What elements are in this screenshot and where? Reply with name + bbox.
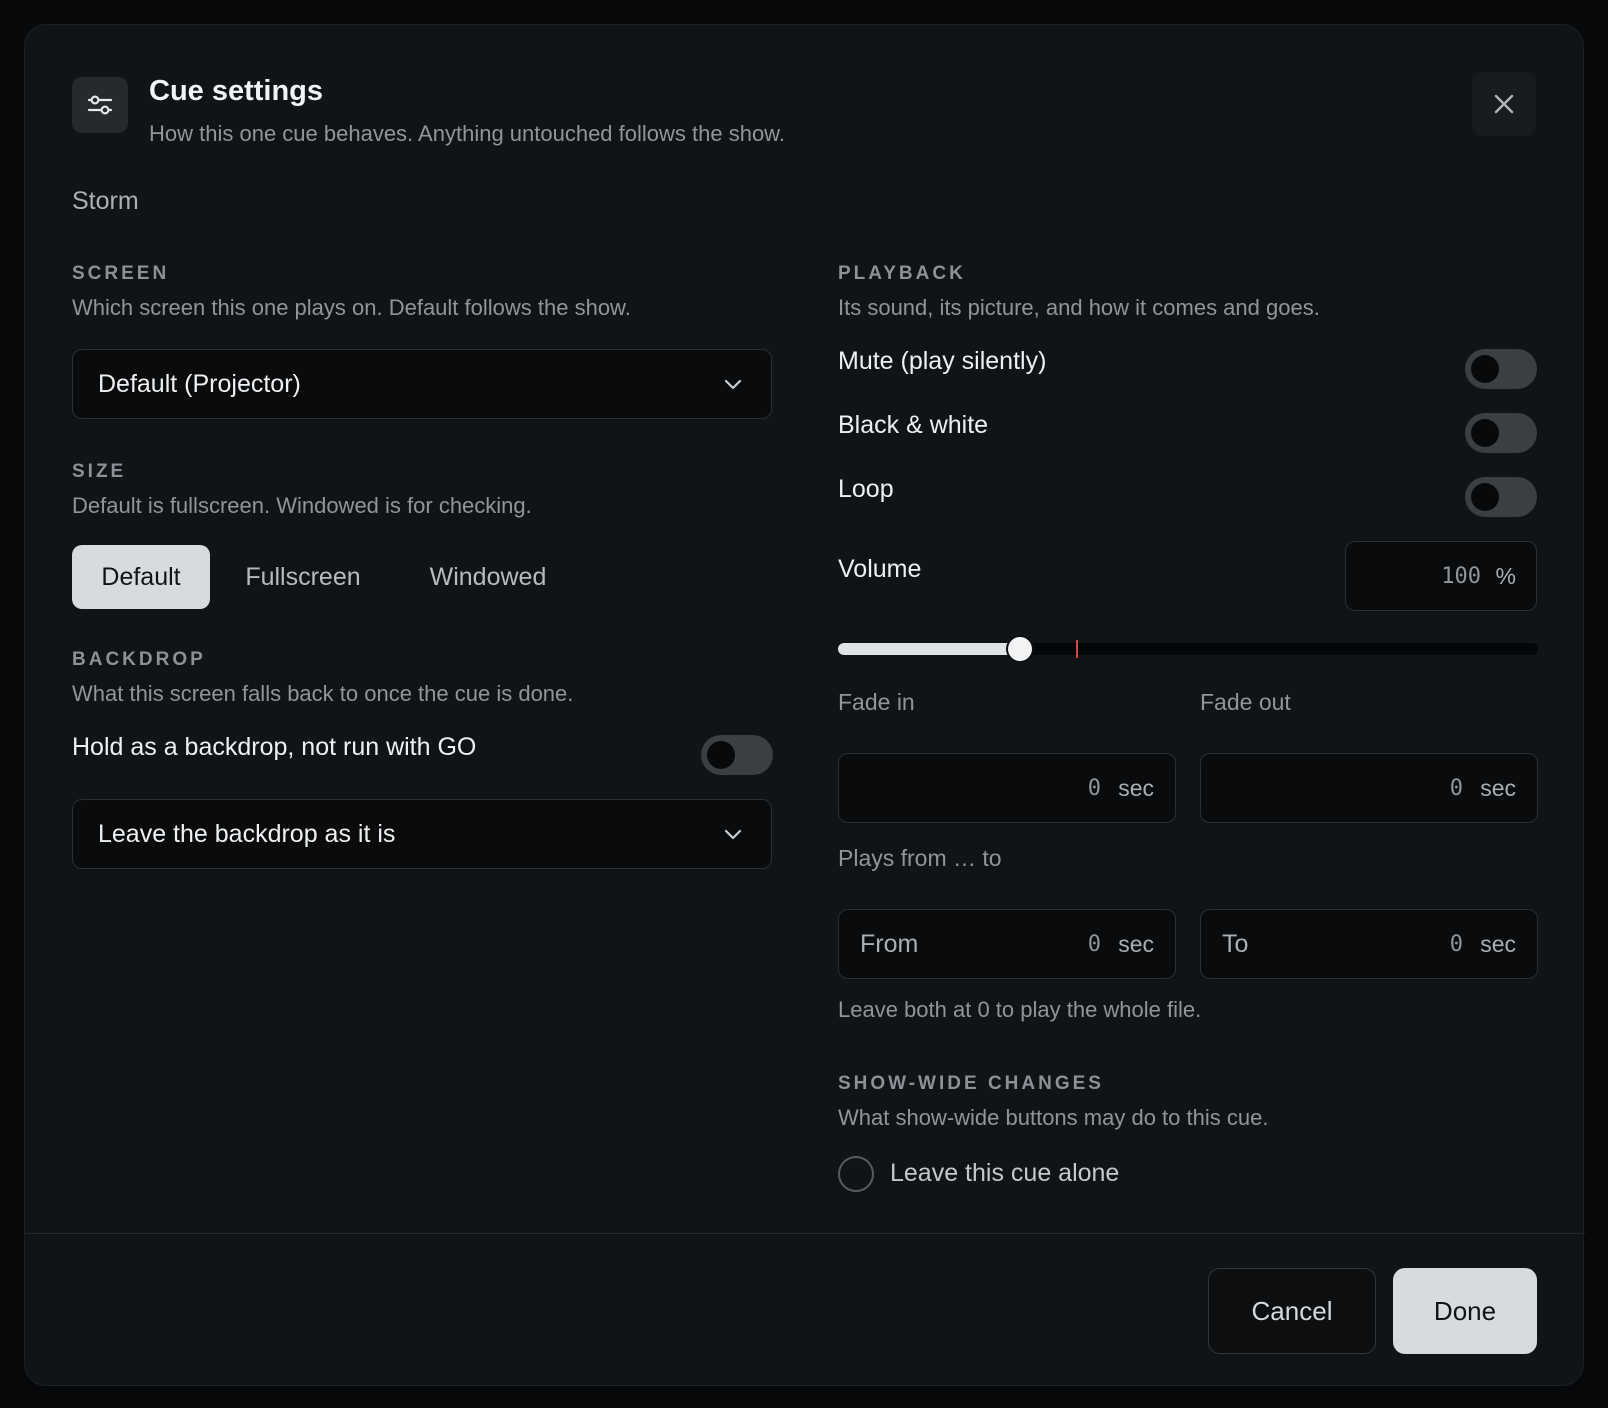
backdrop-select[interactable]: Leave the backdrop as it is bbox=[72, 799, 772, 869]
volume-slider[interactable] bbox=[838, 637, 1538, 661]
toggle-knob bbox=[707, 741, 735, 769]
leave-alone-label[interactable]: Leave this cue alone bbox=[890, 1159, 1119, 1188]
size-help: Default is fullscreen. Windowed is for c… bbox=[72, 493, 532, 518]
size-option-default[interactable]: Default bbox=[72, 545, 210, 609]
range-label: Plays from … to bbox=[838, 845, 1002, 871]
volume-slider-thumb[interactable] bbox=[1008, 637, 1032, 661]
close-icon bbox=[1494, 94, 1514, 114]
volume-slider-fill bbox=[838, 643, 1020, 655]
screen-section-label: SCREEN bbox=[72, 263, 170, 284]
hold-backdrop-label: Hold as a backdrop, not run with GO bbox=[72, 733, 477, 761]
playback-section-label: PLAYBACK bbox=[838, 263, 966, 284]
fade-in-unit: sec bbox=[1118, 775, 1154, 801]
fade-in-label: Fade in bbox=[838, 689, 915, 715]
screen-help: Which screen this one plays on. Default … bbox=[72, 295, 631, 320]
dialog-subtitle: How this one cue behaves. Anything untou… bbox=[149, 121, 785, 146]
size-option-fullscreen[interactable]: Fullscreen bbox=[223, 545, 383, 609]
fade-out-unit: sec bbox=[1480, 775, 1516, 801]
volume-unit: % bbox=[1495, 563, 1516, 589]
toggle-knob bbox=[1471, 355, 1499, 383]
toggle-knob bbox=[1471, 483, 1499, 511]
fade-in-input[interactable]: 0 sec bbox=[838, 753, 1176, 823]
to-input[interactable]: To 0 sec bbox=[1200, 909, 1538, 979]
fade-out-value: 0 bbox=[1449, 776, 1463, 801]
toggle-knob bbox=[1471, 419, 1499, 447]
cue-name: Storm bbox=[72, 187, 139, 215]
playback-help: Its sound, its picture, and how it comes… bbox=[838, 295, 1320, 320]
fade-out-label: Fade out bbox=[1200, 689, 1291, 715]
dialog-title: Cue settings bbox=[149, 75, 324, 107]
hold-backdrop-toggle[interactable] bbox=[701, 735, 773, 775]
loop-label: Loop bbox=[838, 475, 894, 503]
show-wide-section-label: SHOW-WIDE CHANGES bbox=[838, 1073, 1104, 1094]
black-white-label: Black & white bbox=[838, 411, 989, 439]
volume-reference-marker bbox=[1076, 640, 1078, 658]
screen-select[interactable]: Default (Projector) bbox=[72, 349, 772, 419]
black-white-toggle[interactable] bbox=[1465, 413, 1537, 453]
cancel-button[interactable]: Cancel bbox=[1208, 1268, 1376, 1354]
backdrop-section-label: BACKDROP bbox=[72, 649, 206, 670]
backdrop-help: What this screen falls back to once the … bbox=[72, 681, 574, 706]
to-label: To bbox=[1222, 930, 1249, 958]
done-button[interactable]: Done bbox=[1393, 1268, 1537, 1354]
footer-divider bbox=[25, 1233, 1585, 1234]
from-value: 0 bbox=[1087, 932, 1101, 957]
screen-select-value: Default (Projector) bbox=[98, 369, 301, 398]
chevron-down-icon bbox=[724, 379, 742, 390]
close-button[interactable] bbox=[1472, 72, 1536, 136]
from-label: From bbox=[860, 930, 919, 958]
from-input[interactable]: From 0 sec bbox=[838, 909, 1176, 979]
from-unit: sec bbox=[1118, 931, 1154, 957]
sliders-icon bbox=[72, 77, 128, 133]
range-help: Leave both at 0 to play the whole file. bbox=[838, 997, 1202, 1022]
chevron-down-icon bbox=[724, 829, 742, 840]
to-value: 0 bbox=[1449, 932, 1463, 957]
fade-out-input[interactable]: 0 sec bbox=[1200, 753, 1538, 823]
fade-in-value: 0 bbox=[1087, 776, 1101, 801]
mute-label: Mute (play silently) bbox=[838, 347, 1047, 375]
loop-toggle[interactable] bbox=[1465, 477, 1537, 517]
to-unit: sec bbox=[1480, 931, 1516, 957]
leave-alone-radio[interactable] bbox=[838, 1156, 874, 1192]
cue-settings-dialog: Cue settings How this one cue behaves. A… bbox=[24, 24, 1585, 1386]
size-section-label: SIZE bbox=[72, 461, 127, 482]
volume-input[interactable]: 100 % bbox=[1345, 541, 1537, 611]
show-wide-help: What show-wide buttons may do to this cu… bbox=[838, 1105, 1269, 1130]
volume-value: 100 bbox=[1441, 564, 1481, 589]
mute-toggle[interactable] bbox=[1465, 349, 1537, 389]
volume-label: Volume bbox=[838, 555, 922, 583]
size-option-windowed[interactable]: Windowed bbox=[403, 545, 573, 609]
backdrop-select-value: Leave the backdrop as it is bbox=[98, 819, 396, 848]
